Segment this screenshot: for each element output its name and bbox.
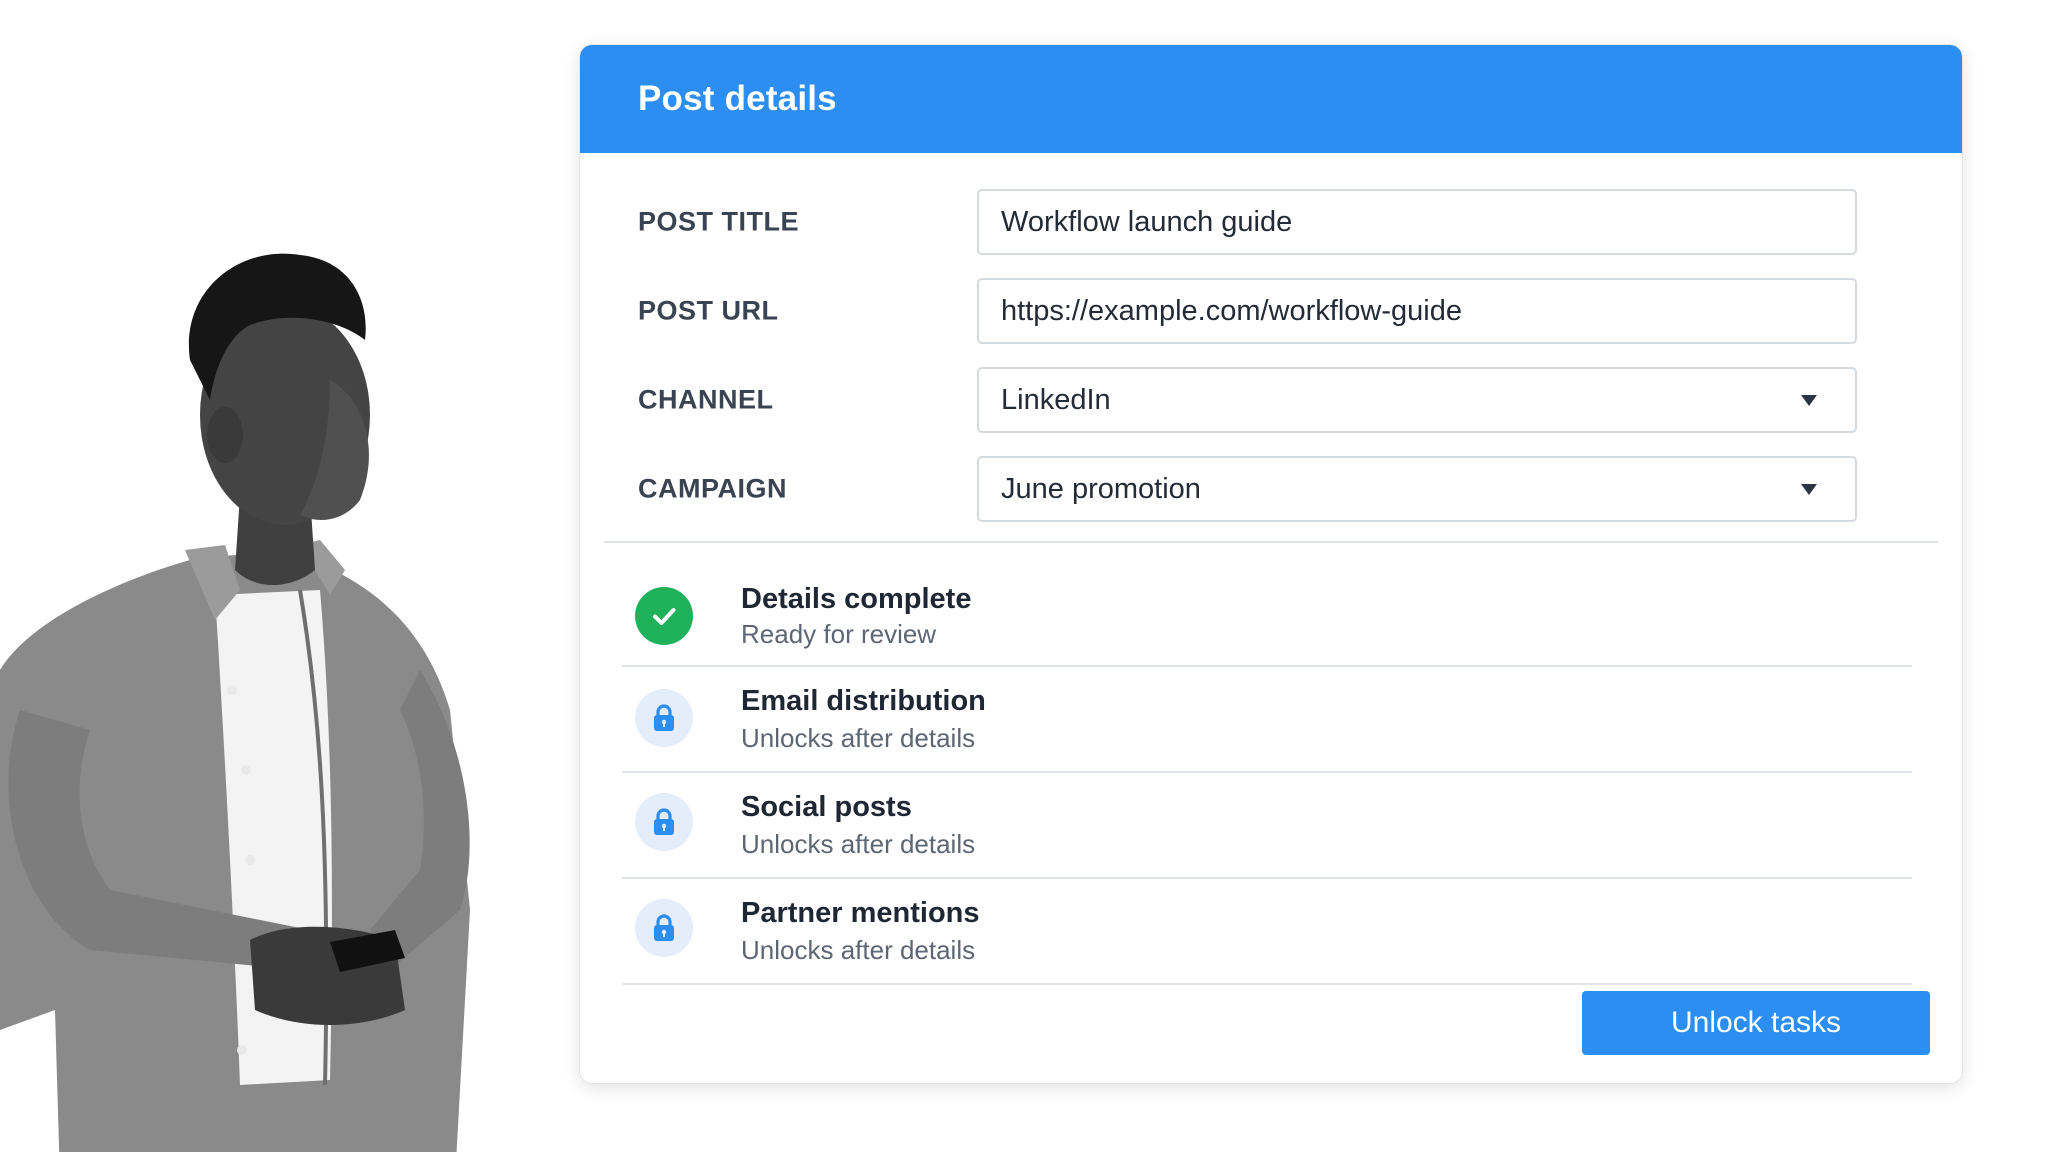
task-title: Social posts xyxy=(741,791,912,823)
form-row-channel: CHANNEL LinkedIn xyxy=(580,367,1962,433)
card-header: Post details xyxy=(580,45,1962,153)
post-details-card: Post details POST TITLE Workflow launch … xyxy=(580,45,1962,1083)
task-subtitle: Unlocks after details xyxy=(741,829,976,859)
post-title-input[interactable]: Workflow launch guide xyxy=(977,189,1857,255)
channel-select[interactable]: LinkedIn xyxy=(977,367,1857,433)
task-title: Details complete xyxy=(741,583,972,615)
post-url-input[interactable]: https://example.com/workflow-guide xyxy=(977,278,1857,344)
person-photo xyxy=(0,150,500,1152)
task-subtitle: Unlocks after details xyxy=(741,935,976,965)
channel-label: CHANNEL xyxy=(638,384,774,415)
post-url-label: POST URL xyxy=(638,295,779,326)
lock-icon xyxy=(635,689,693,747)
check-circle-icon xyxy=(635,587,693,645)
card-title: Post details xyxy=(638,79,837,118)
post-title-value: Workflow launch guide xyxy=(1001,205,1293,238)
campaign-label: CAMPAIGN xyxy=(638,473,787,504)
unlock-tasks-button[interactable]: Unlock tasks xyxy=(1582,991,1930,1055)
task-title: Email distribution xyxy=(741,685,986,717)
post-url-value: https://example.com/workflow-guide xyxy=(1001,294,1462,327)
form-row-post-url: POST URL https://example.com/workflow-gu… xyxy=(580,278,1962,344)
lock-icon xyxy=(635,899,693,957)
post-title-label: POST TITLE xyxy=(638,206,800,237)
task-item-email-distribution: Email distribution Unlocks after details xyxy=(622,667,1912,773)
chevron-down-icon xyxy=(1801,483,1817,495)
lock-icon xyxy=(635,793,693,851)
task-subtitle: Unlocks after details xyxy=(741,723,976,753)
task-title: Partner mentions xyxy=(741,897,980,929)
channel-value: LinkedIn xyxy=(1001,383,1111,416)
campaign-select[interactable]: June promotion xyxy=(977,456,1857,522)
chevron-down-icon xyxy=(1801,394,1817,406)
form-row-post-title: POST TITLE Workflow launch guide xyxy=(580,189,1962,255)
campaign-value: June promotion xyxy=(1001,472,1201,505)
form-row-campaign: CAMPAIGN June promotion xyxy=(580,456,1962,522)
form-divider xyxy=(604,541,1938,543)
task-item-details: Details complete Ready for review xyxy=(622,561,1912,667)
task-item-partner-mentions: Partner mentions Unlocks after details xyxy=(622,879,1912,985)
task-subtitle: Ready for review xyxy=(741,619,937,649)
task-item-social-posts: Social posts Unlocks after details xyxy=(622,773,1912,879)
